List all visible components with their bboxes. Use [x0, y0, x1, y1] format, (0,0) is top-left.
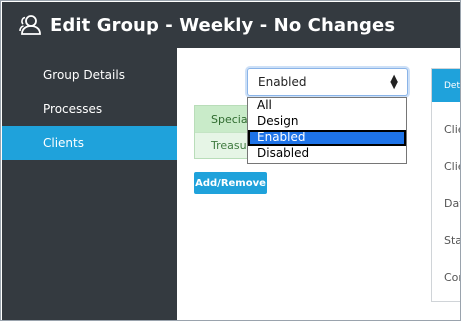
dropdown-option-design[interactable]: Design: [248, 114, 406, 130]
add-remove-button[interactable]: Add/Remove: [194, 172, 267, 194]
sidebar: Group Details Processes Clients: [2, 48, 177, 320]
sidebar-item-group-details[interactable]: Group Details: [2, 58, 177, 92]
title-bar: Edit Group - Weekly - No Changes: [2, 2, 460, 48]
sidebar-item-label: Group Details: [43, 68, 125, 82]
client-name: Treasur: [211, 139, 252, 152]
sidebar-item-clients[interactable]: Clients: [2, 126, 177, 160]
sidebar-item-label: Clients: [43, 136, 84, 150]
sidebar-item-label: Processes: [43, 102, 103, 116]
sort-arrows-icon: ▲ ▼: [390, 73, 398, 91]
details-panel: Deta Clie Clie Dat Sta Cor: [431, 68, 461, 302]
detail-label: Dat: [444, 197, 460, 210]
dropdown-option-enabled[interactable]: Enabled: [248, 130, 406, 146]
select-value: Enabled: [258, 75, 307, 89]
page-title: Edit Group - Weekly - No Changes: [50, 14, 396, 36]
tab-details[interactable]: Deta: [432, 69, 460, 102]
detail-label: Cor: [444, 271, 460, 284]
detail-label: Sta: [444, 234, 461, 247]
dropdown-option-disabled[interactable]: Disabled: [248, 146, 406, 162]
detail-label: Clie: [444, 160, 460, 173]
status-filter-select[interactable]: Enabled ▲ ▼: [247, 68, 408, 96]
detail-label: Clie: [444, 123, 460, 136]
client-name: Special: [211, 112, 251, 126]
sidebar-item-processes[interactable]: Processes: [2, 92, 177, 126]
user-group-icon: [18, 12, 44, 38]
app-window: Edit Group - Weekly - No Changes Group D…: [0, 0, 461, 321]
main-content: Enabled ▲ ▼ All Design Enabled Disabled S…: [177, 48, 461, 320]
dropdown-option-all[interactable]: All: [248, 98, 406, 114]
status-filter-dropdown: All Design Enabled Disabled: [247, 97, 407, 164]
